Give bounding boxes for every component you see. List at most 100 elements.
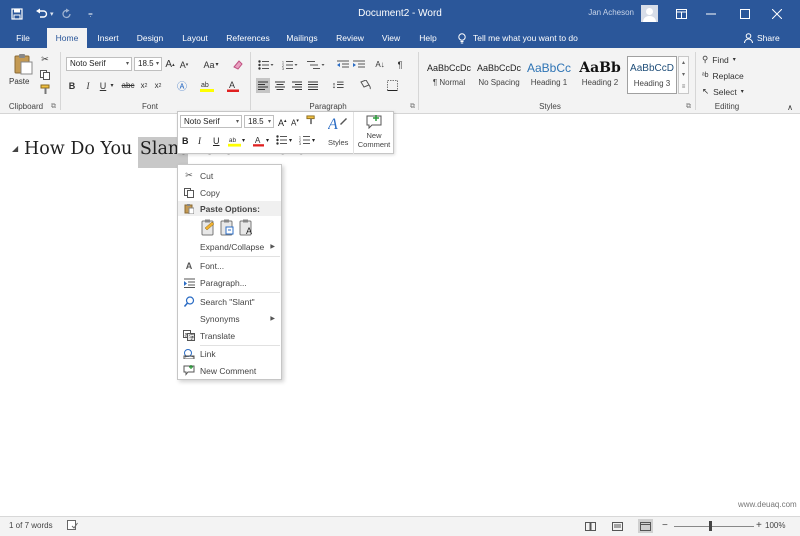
justify-icon[interactable] xyxy=(306,78,320,93)
menu-item-synonyms[interactable]: Synonyms ▶ xyxy=(178,311,281,326)
mini-font-family-combo[interactable]: Noto Serif ▾ xyxy=(180,115,242,128)
tab-home[interactable]: Home xyxy=(47,28,87,48)
user-name[interactable]: Jan Acheson xyxy=(584,8,634,17)
increase-indent-icon[interactable] xyxy=(352,57,366,72)
mini-numbering-icon[interactable]: 123 xyxy=(299,135,311,148)
grow-font-icon[interactable]: A ▴ xyxy=(164,57,176,72)
styles-gallery-scroll[interactable]: ▴ ▾ ≡ xyxy=(678,56,689,94)
decrease-indent-icon[interactable] xyxy=(336,57,350,72)
mini-underline-icon[interactable]: U xyxy=(213,135,220,148)
align-right-icon[interactable] xyxy=(290,78,304,93)
copy-icon[interactable] xyxy=(38,67,52,82)
tab-help[interactable]: Help xyxy=(414,28,442,48)
proofing-icon[interactable] xyxy=(67,520,78,532)
format-painter-icon[interactable] xyxy=(38,82,52,97)
paste-merge-format-icon[interactable] xyxy=(220,219,236,236)
mini-shrink-font-icon[interactable]: A▾ xyxy=(291,115,299,128)
chevron-down-icon[interactable]: ▾ xyxy=(266,135,269,148)
tell-me-box[interactable]: Tell me what you want to do xyxy=(458,28,578,48)
line-spacing-icon[interactable]: ↕☰ xyxy=(328,78,348,93)
strikethrough-icon[interactable]: abc xyxy=(120,78,136,93)
collapse-ribbon-icon[interactable]: ∧ xyxy=(784,100,796,115)
undo-icon[interactable] xyxy=(30,4,52,24)
mini-bullets-icon[interactable] xyxy=(276,135,288,148)
menu-item-font[interactable]: A Font... xyxy=(178,258,281,273)
tab-view[interactable]: View xyxy=(376,28,406,48)
font-color-icon[interactable]: A xyxy=(224,78,242,93)
maximize-icon[interactable] xyxy=(730,4,760,24)
styles-launcher-icon[interactable]: ⧉ xyxy=(686,103,691,111)
underline-dropdown-icon[interactable]: ▾ xyxy=(108,78,116,93)
paste-text-only-icon[interactable]: A xyxy=(239,219,255,236)
chevron-down-icon[interactable]: ▾ xyxy=(289,135,292,148)
zoom-level[interactable]: 100% xyxy=(765,521,785,530)
menu-item-new-comment[interactable]: New Comment xyxy=(178,363,281,378)
shrink-font-icon[interactable]: A ▾ xyxy=(178,57,190,72)
tab-references[interactable]: References xyxy=(222,28,274,48)
menu-item-search[interactable]: Search "Slant" xyxy=(178,294,281,309)
paragraph-launcher-icon[interactable]: ⧉ xyxy=(410,103,415,111)
mini-font-color-icon[interactable]: A xyxy=(253,135,264,148)
menu-item-expand-collapse[interactable]: Expand/Collapse ▶ xyxy=(178,239,281,254)
zoom-slider-thumb[interactable] xyxy=(709,521,712,531)
borders-icon[interactable] xyxy=(382,78,402,93)
tab-mailings[interactable]: Mailings xyxy=(282,28,322,48)
zoom-slider[interactable] xyxy=(674,526,754,527)
bold-icon[interactable]: B xyxy=(66,78,78,93)
save-icon[interactable] xyxy=(6,4,28,24)
style-normal[interactable]: AaBbCcDc ¶ Normal xyxy=(424,56,474,94)
style-heading-2[interactable]: AaBb Heading 2 xyxy=(575,56,625,94)
mini-italic-icon[interactable]: I xyxy=(198,135,201,148)
menu-item-copy[interactable]: Copy xyxy=(178,185,281,200)
print-layout-icon[interactable] xyxy=(610,519,625,533)
text-effects-icon[interactable]: Ⓐ xyxy=(174,78,190,93)
mini-grow-font-icon[interactable]: A▴ xyxy=(278,115,287,128)
pilcrow-icon[interactable]: ¶ xyxy=(394,57,406,72)
avatar[interactable] xyxy=(641,5,658,22)
paste-icon[interactable] xyxy=(13,53,33,77)
superscript-icon[interactable]: x2 xyxy=(152,78,164,93)
web-layout-icon[interactable] xyxy=(638,519,653,533)
subscript-icon[interactable]: x2 xyxy=(138,78,150,93)
tab-insert[interactable]: Insert xyxy=(92,28,124,48)
numbering-icon[interactable]: 123 xyxy=(280,57,300,72)
align-left-icon[interactable] xyxy=(256,78,270,93)
menu-item-link[interactable]: Link xyxy=(178,346,281,361)
font-family-combo[interactable]: Noto Serif ▾ xyxy=(66,57,132,71)
menu-item-translate[interactable]: a 字 Translate xyxy=(178,328,281,343)
change-case-button[interactable]: Aa ▾ xyxy=(200,57,222,72)
close-icon[interactable] xyxy=(762,4,792,24)
replace-button[interactable]: ᵃb Replace xyxy=(702,68,758,83)
share-button[interactable]: Share xyxy=(744,28,780,48)
mini-highlight-color-icon[interactable]: ab xyxy=(228,135,241,148)
select-button[interactable]: ↖ Select ▾ xyxy=(702,84,752,99)
font-size-combo[interactable]: 18.5 ▾ xyxy=(134,57,162,71)
word-count[interactable]: 1 of 7 words xyxy=(9,521,53,530)
style-no-spacing[interactable]: AaBbCcDc No Spacing xyxy=(474,56,524,94)
italic-icon[interactable]: I xyxy=(82,78,94,93)
tab-design[interactable]: Design xyxy=(131,28,169,48)
chevron-down-icon[interactable]: ▾ xyxy=(312,135,315,148)
document-canvas[interactable] xyxy=(0,114,800,516)
zoom-in-button[interactable]: + xyxy=(756,520,762,531)
tab-review[interactable]: Review xyxy=(332,28,368,48)
clipboard-launcher-icon[interactable]: ⧉ xyxy=(51,103,56,111)
redo-icon[interactable] xyxy=(56,4,78,24)
bullets-icon[interactable] xyxy=(256,57,276,72)
paste-button[interactable]: Paste xyxy=(9,77,29,86)
style-heading-1[interactable]: AaBbCc Heading 1 xyxy=(524,56,574,94)
sort-icon[interactable]: A↓ xyxy=(372,57,388,72)
ribbon-display-options-icon[interactable] xyxy=(666,4,696,24)
tab-file[interactable]: File xyxy=(8,28,38,48)
mini-format-painter-icon[interactable] xyxy=(306,115,316,128)
style-heading-3[interactable]: AaBbCcD Heading 3 xyxy=(627,56,677,94)
mini-font-size-combo[interactable]: 18.5 ▾ xyxy=(244,115,274,128)
align-center-icon[interactable] xyxy=(273,78,287,93)
mini-new-comment-button[interactable]: New Comment xyxy=(353,112,393,154)
chevron-down-icon[interactable]: ▾ xyxy=(242,135,245,148)
clear-formatting-icon[interactable] xyxy=(230,57,244,72)
collapse-heading-icon[interactable]: ◢ xyxy=(12,144,18,153)
customize-qat-icon[interactable]: ⩦ xyxy=(80,4,102,24)
tab-layout[interactable]: Layout xyxy=(176,28,214,48)
find-button[interactable]: ⚲ Find ▾ xyxy=(702,52,752,67)
